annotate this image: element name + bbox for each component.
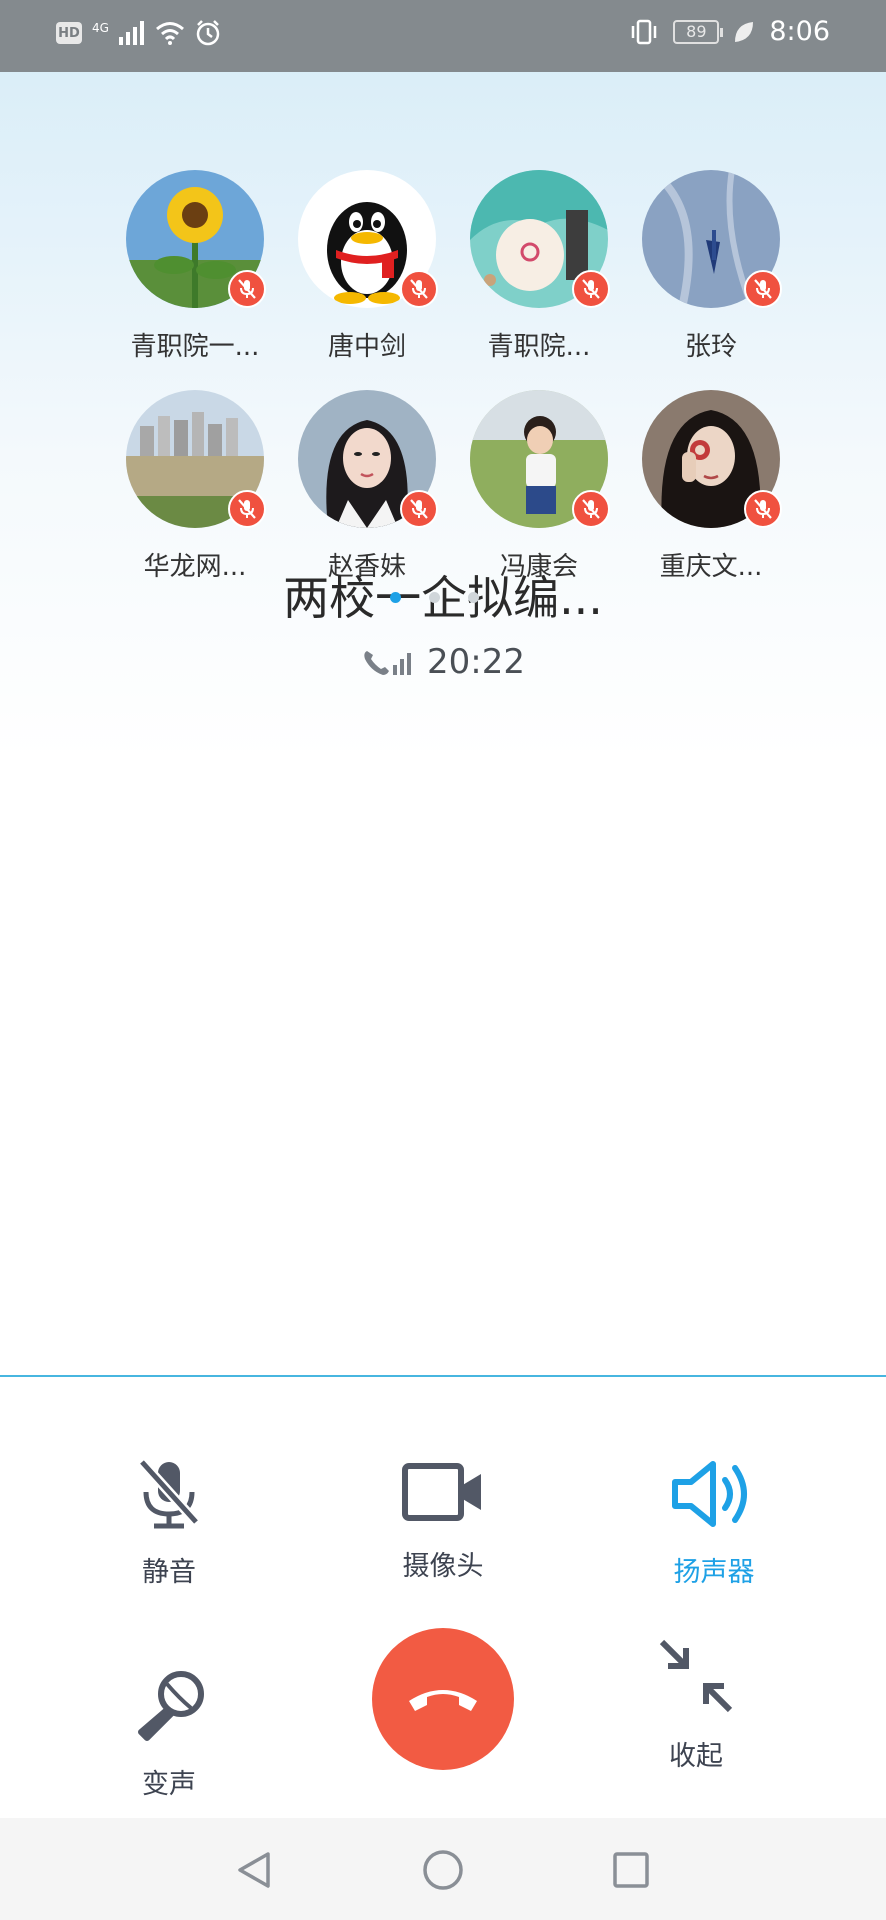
hd-icon: HD — [56, 22, 82, 44]
participant-tile[interactable]: 唐中剑 — [287, 170, 447, 363]
battery-icon: 89 — [673, 19, 724, 44]
speaker-icon — [672, 1461, 747, 1527]
controls-divider — [0, 1375, 886, 1377]
network-type: 4G — [92, 21, 109, 35]
alarm-icon — [196, 20, 220, 46]
muted-mic-icon — [572, 490, 610, 528]
mute-label: 静音 — [142, 1557, 196, 1588]
participant-tile[interactable]: 张玲 — [631, 170, 791, 363]
collapse-arrows-icon — [659, 1639, 733, 1713]
voice-change-label: 变声 — [142, 1769, 196, 1800]
page-dot — [429, 592, 440, 603]
recents-icon[interactable] — [609, 1848, 653, 1892]
speaker-button[interactable]: 扬声器 — [624, 1456, 804, 1589]
participant-name: 青职院一... — [130, 332, 260, 362]
mic-off-icon — [138, 1458, 200, 1529]
page-dot — [468, 592, 479, 603]
muted-mic-icon — [744, 270, 782, 308]
call-signal-icon — [364, 651, 411, 675]
home-icon[interactable] — [421, 1848, 465, 1892]
leaf-icon — [735, 21, 754, 42]
page-indicator[interactable] — [390, 592, 479, 603]
video-camera-icon — [402, 1463, 481, 1521]
muted-mic-icon — [400, 270, 438, 308]
back-icon[interactable] — [232, 1848, 276, 1892]
hang-up-button[interactable] — [372, 1628, 514, 1770]
participant-name: 张玲 — [684, 332, 737, 362]
muted-mic-icon — [572, 270, 610, 308]
phone-hangup-icon — [409, 1690, 477, 1711]
call-duration: 20:22 — [427, 642, 525, 682]
participant-tile[interactable]: 华龙网... — [115, 390, 275, 583]
muted-mic-icon — [228, 270, 266, 308]
camera-button[interactable]: 摄像头 — [353, 1456, 533, 1583]
wifi-icon — [155, 22, 184, 45]
signal-icon — [118, 21, 144, 45]
voice-change-button[interactable]: 变声 — [79, 1668, 259, 1801]
collapse-label: 收起 — [669, 1741, 723, 1772]
participant-tile[interactable]: 冯康会 — [459, 390, 619, 583]
mute-button[interactable]: 静音 — [79, 1456, 259, 1589]
participant-name: 青职院... — [487, 332, 591, 362]
participant-tile[interactable]: 青职院一... — [115, 170, 275, 363]
voice-changer-mic-icon — [138, 1671, 204, 1741]
clock: 8:06 — [769, 16, 830, 47]
speaker-label: 扬声器 — [673, 1557, 755, 1588]
vibrate-icon — [632, 19, 657, 44]
call-timer: 20:22 — [0, 642, 886, 682]
camera-label: 摄像头 — [402, 1551, 484, 1582]
muted-mic-icon — [744, 490, 782, 528]
page-dot-active — [390, 592, 401, 603]
status-bar: HD 4G 89 8:06 — [0, 0, 886, 72]
system-nav-bar — [0, 1818, 886, 1920]
participant-tile[interactable]: 赵香妹 — [287, 390, 447, 583]
battery-level: 89 — [686, 22, 707, 41]
muted-mic-icon — [400, 490, 438, 528]
participant-tile[interactable]: 青职院... — [459, 170, 619, 363]
collapse-button[interactable]: 收起 — [606, 1636, 786, 1773]
participant-tile[interactable]: 重庆文... — [631, 390, 791, 583]
participant-name: 唐中剑 — [327, 332, 406, 362]
muted-mic-icon — [228, 490, 266, 528]
